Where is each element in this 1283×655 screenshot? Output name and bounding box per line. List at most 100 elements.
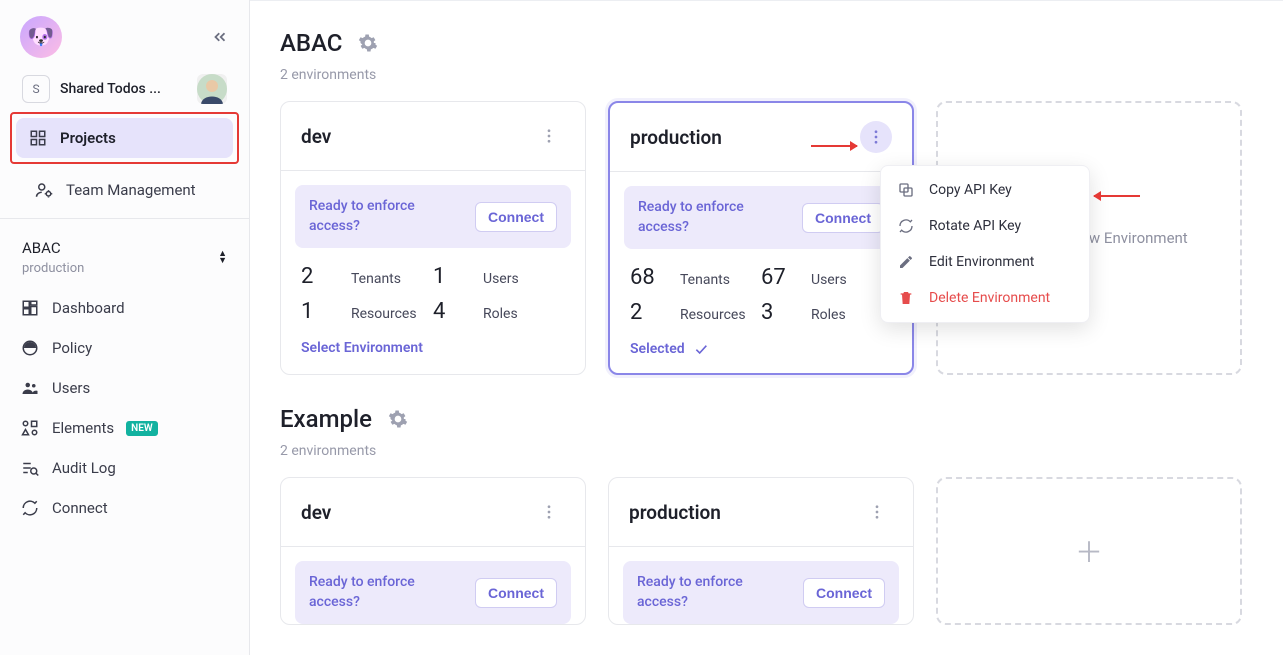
stat-label: Tenants — [351, 271, 401, 287]
rotate-icon — [897, 218, 915, 234]
connect-button[interactable]: Connect — [475, 578, 557, 608]
environment-name: production — [629, 501, 721, 524]
sidebar: S Shared Todos ... Projects — [0, 0, 250, 655]
sync-icon — [20, 498, 40, 518]
annotation-highlight: Projects — [10, 112, 239, 164]
menu-item-label: Edit Environment — [929, 254, 1034, 270]
stat-label: Users — [483, 271, 519, 287]
sidebar-item-label: Audit Log — [52, 459, 116, 477]
menu-item-label: Copy API Key — [929, 182, 1012, 198]
stat-label: Roles — [483, 306, 518, 322]
stat-users-value: 1 — [433, 264, 467, 289]
sidebar-item-label: Policy — [52, 339, 92, 357]
workspace-initial-badge: S — [22, 75, 50, 103]
workspace-selector[interactable]: S Shared Todos ... — [14, 68, 235, 116]
connect-button[interactable]: Connect — [475, 202, 557, 232]
policy-icon — [20, 338, 40, 358]
sidebar-item-label: Connect — [52, 499, 108, 517]
annotation-arrow — [811, 145, 857, 147]
sidebar-item-policy[interactable]: Policy — [8, 328, 241, 368]
stat-label: Resources — [351, 306, 417, 322]
project-subtitle: 2 environments — [280, 443, 1253, 459]
check-icon — [693, 341, 709, 357]
environment-more-button[interactable] — [533, 120, 565, 152]
sidebar-item-users[interactable]: Users — [8, 368, 241, 408]
stat-label: Users — [811, 272, 847, 288]
environment-name: dev — [301, 125, 331, 148]
stat-roles-value: 3 — [761, 300, 795, 325]
stat-resources-value: 2 — [630, 300, 664, 325]
sidebar-item-label: Projects — [60, 129, 116, 147]
main-content: ABAC 2 environments dev Ready to en — [250, 0, 1283, 655]
connect-button[interactable]: Connect — [802, 203, 884, 233]
sidebar-item-connect[interactable]: Connect — [8, 488, 241, 528]
project-title: ABAC — [280, 29, 342, 57]
new-environment-card[interactable]: ＋ — [936, 477, 1242, 625]
app-logo[interactable] — [20, 16, 62, 58]
stat-label: Resources — [680, 307, 746, 323]
environment-card: production Ready to enforce access? Conn… — [608, 477, 914, 625]
enforce-text: Ready to enforce access? — [309, 573, 465, 612]
enforce-text: Ready to enforce access? — [638, 198, 792, 237]
copy-icon — [897, 182, 915, 198]
team-settings-icon — [34, 180, 54, 200]
trash-icon — [897, 290, 915, 306]
sidebar-item-audit-log[interactable]: Audit Log — [8, 448, 241, 488]
environment-card: dev Ready to enforce access? Connect 2 Te… — [280, 101, 586, 375]
context-project: ABAC — [22, 239, 84, 257]
sidebar-item-elements[interactable]: Elements NEW — [8, 408, 241, 448]
context-environment: production — [22, 261, 84, 276]
project-settings-button[interactable] — [358, 33, 378, 53]
project-settings-button[interactable] — [388, 409, 408, 429]
dashboard-icon — [20, 298, 40, 318]
workspace-name: Shared Todos ... — [60, 81, 187, 97]
plus-icon: ＋ — [1075, 531, 1103, 571]
elements-icon — [20, 418, 40, 438]
menu-item-label: Delete Environment — [929, 290, 1050, 306]
annotation-arrow — [1094, 195, 1140, 197]
environment-name: dev — [301, 501, 331, 524]
new-badge: NEW — [126, 421, 158, 436]
environment-more-button[interactable] — [860, 121, 892, 153]
project-subtitle: 2 environments — [280, 67, 1253, 83]
menu-item-copy-api-key[interactable]: Copy API Key — [881, 172, 1089, 208]
stat-label: Tenants — [680, 272, 730, 288]
users-icon — [20, 378, 40, 398]
stat-users-value: 67 — [761, 265, 795, 290]
environment-more-button[interactable] — [861, 496, 893, 528]
avatar[interactable] — [197, 74, 227, 104]
sidebar-item-team-management[interactable]: Team Management — [22, 170, 227, 210]
stat-roles-value: 4 — [433, 299, 467, 324]
enforce-text: Ready to enforce access? — [309, 197, 465, 236]
environment-more-button[interactable] — [533, 496, 565, 528]
select-environment-link[interactable]: Select Environment — [301, 340, 423, 356]
collapse-sidebar-button[interactable] — [211, 28, 229, 46]
pencil-icon — [897, 254, 915, 270]
project-environment-switcher[interactable]: ABAC production ▲▼ — [0, 225, 249, 282]
menu-item-label: Rotate API Key — [929, 218, 1021, 234]
sidebar-item-dashboard[interactable]: Dashboard — [8, 288, 241, 328]
chevron-up-down-icon: ▲▼ — [218, 251, 227, 265]
environment-card: production Ready to enforce access? Conn… — [608, 101, 914, 375]
sidebar-item-label: Dashboard — [52, 299, 125, 317]
environment-actions-menu: Copy API Key Rotate API Key Edit Environ… — [880, 165, 1090, 323]
sidebar-item-label: Elements — [52, 419, 114, 437]
sidebar-item-label: Users — [52, 379, 90, 397]
project-title: Example — [280, 405, 372, 433]
sidebar-item-label: Team Management — [66, 181, 196, 199]
sidebar-item-projects[interactable]: Projects — [16, 118, 233, 158]
menu-item-rotate-api-key[interactable]: Rotate API Key — [881, 208, 1089, 244]
stat-tenants-value: 2 — [301, 264, 335, 289]
connect-button[interactable]: Connect — [803, 578, 885, 608]
grid-icon — [28, 128, 48, 148]
menu-item-edit-environment[interactable]: Edit Environment — [881, 244, 1089, 280]
audit-log-icon — [20, 458, 40, 478]
enforce-text: Ready to enforce access? — [637, 573, 793, 612]
stat-tenants-value: 68 — [630, 265, 664, 290]
environment-card: dev Ready to enforce access? Connect — [280, 477, 586, 625]
stat-resources-value: 1 — [301, 299, 335, 324]
environment-name: production — [630, 126, 722, 149]
stat-label: Roles — [811, 307, 846, 323]
selected-indicator: Selected — [630, 341, 892, 357]
menu-item-delete-environment[interactable]: Delete Environment — [881, 280, 1089, 316]
